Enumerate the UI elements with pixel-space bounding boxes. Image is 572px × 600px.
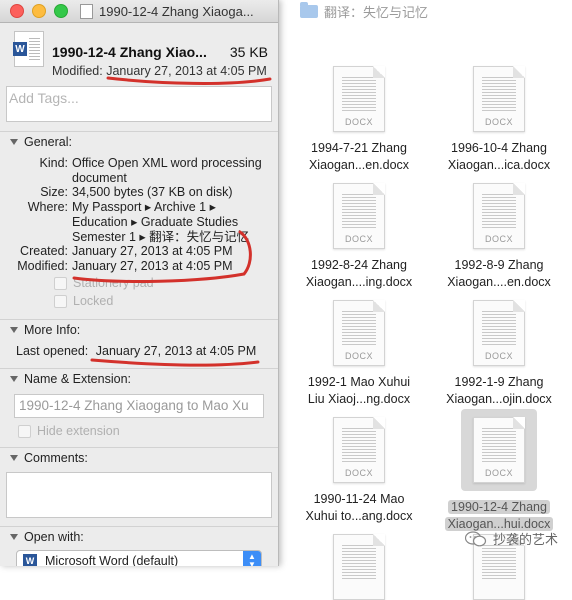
file-name: 1990-12-4 Zhang Xiaogan...hui.docx xyxy=(434,499,564,533)
info-header: W 1990-12-4 Zhang Xiao... 35 KB Modified… xyxy=(0,23,278,83)
file-name: 1992-1 Mao Xuhui Liu Xiaoj...ng.docx xyxy=(307,375,411,406)
wechat-icon xyxy=(464,530,487,546)
hide-extension-checkbox[interactable]: Hide extension xyxy=(18,424,120,438)
file-item[interactable]: DOCX 1996-10-4 Zhang Xiaogan...ica.docx xyxy=(434,66,564,174)
docx-file-icon: DOCX xyxy=(333,66,385,132)
file-item[interactable]: DOCX 1992-8-9 Zhang Xiaogan....en.docx xyxy=(434,183,564,291)
docx-file-icon: DOCX xyxy=(333,300,385,366)
file-name: 1994-7-21 Zhang Xiaogan...en.docx xyxy=(308,141,410,172)
section-name-extension[interactable]: Name & Extension: xyxy=(0,368,278,389)
section-comments[interactable]: Comments: xyxy=(0,447,278,468)
info-window: 1990-12-4 Zhang Xiaoga... W 1990-12-4 Zh… xyxy=(0,0,279,566)
docx-file-icon: DOCX xyxy=(473,183,525,249)
docx-file-icon: DOCX xyxy=(473,300,525,366)
window-title: 1990-12-4 Zhang Xiaoga... xyxy=(99,3,254,19)
file-item[interactable]: DOCX 1994-7-21 Zhang Xiaogan...en.docx xyxy=(294,66,424,174)
disclosure-triangle-icon[interactable] xyxy=(10,327,18,333)
word-app-icon: W xyxy=(23,554,37,566)
docx-file-icon xyxy=(333,534,385,600)
document-icon xyxy=(80,3,93,19)
disclosure-triangle-icon[interactable] xyxy=(10,139,18,145)
file-name: 1992-1-9 Zhang Xiaogan...ojin.docx xyxy=(446,375,552,406)
select-arrows-icon[interactable]: ▲ ▼ xyxy=(243,551,261,566)
file-name: 1992-8-24 Zhang Xiaogan....ing.docx xyxy=(305,258,413,289)
zoom-button[interactable] xyxy=(54,4,68,18)
tags-field[interactable]: Add Tags... xyxy=(6,86,272,122)
last-opened-row: Last opened: January 27, 2013 at 4:05 PM xyxy=(16,344,257,358)
word-document-icon: W xyxy=(13,31,44,67)
finder-path-label: 翻译：失忆与记忆 xyxy=(324,4,429,20)
docx-file-icon: DOCX xyxy=(333,417,385,483)
header-modified: Modified: January 27, 2013 at 4:05 PM xyxy=(52,64,267,78)
file-name: 1992-8-9 Zhang Xiaogan....en.docx xyxy=(447,258,551,289)
disclosure-triangle-icon[interactable] xyxy=(10,376,18,382)
file-name-heading: 1990-12-4 Zhang Xiao... xyxy=(52,44,207,60)
wechat-watermark: 抄袭的艺术 xyxy=(464,529,558,548)
file-name: 1996-10-4 Zhang Xiaogan...ica.docx xyxy=(447,141,551,172)
section-general[interactable]: General: xyxy=(0,131,278,152)
section-open-with[interactable]: Open with: xyxy=(0,526,278,547)
file-item[interactable]: DOCX 1992-8-24 Zhang Xiaogan....ing.docx xyxy=(294,183,424,291)
disclosure-triangle-icon[interactable] xyxy=(10,455,18,461)
close-button[interactable] xyxy=(10,4,24,18)
title-bar[interactable]: 1990-12-4 Zhang Xiaoga... xyxy=(0,0,278,23)
finder-path[interactable]: 翻译：失忆与记忆 xyxy=(300,1,429,20)
section-more-info[interactable]: More Info: xyxy=(0,319,278,340)
stationery-pad-checkbox[interactable]: Stationery pad xyxy=(54,276,154,290)
file-item[interactable]: DOCX 1992-1-9 Zhang Xiaogan...ojin.docx xyxy=(434,300,564,408)
file-item[interactable]: DOCX 1992-1 Mao Xuhui Liu Xiaoj...ng.docx xyxy=(294,300,424,408)
file-name: 1990-11-24 Mao Xuhui to...ang.docx xyxy=(305,492,413,523)
folder-icon xyxy=(300,1,318,18)
file-item[interactable]: DOCX 1990-11-24 Mao Xuhui to...ang.docx xyxy=(294,417,424,525)
comments-field[interactable] xyxy=(6,472,272,518)
minimize-button[interactable] xyxy=(32,4,46,18)
docx-file-icon: DOCX xyxy=(333,183,385,249)
tags-placeholder: Add Tags... xyxy=(9,90,79,106)
watermark-text: 抄袭的艺术 xyxy=(492,532,558,547)
file-item-selected[interactable]: DOCX 1990-12-4 Zhang Xiaogan...hui.docx xyxy=(434,409,564,533)
locked-checkbox[interactable]: Locked xyxy=(54,294,113,308)
docx-file-icon: DOCX xyxy=(473,66,525,132)
open-with-select[interactable]: W Microsoft Word (default) ▲ ▼ xyxy=(16,550,262,566)
name-field[interactable]: 1990-12-4 Zhang Xiaogang to Mao Xu xyxy=(14,394,264,418)
disclosure-triangle-icon[interactable] xyxy=(10,534,18,540)
docx-file-icon: DOCX xyxy=(473,417,525,483)
file-size: 35 KB xyxy=(229,44,268,60)
file-item[interactable] xyxy=(294,534,424,600)
